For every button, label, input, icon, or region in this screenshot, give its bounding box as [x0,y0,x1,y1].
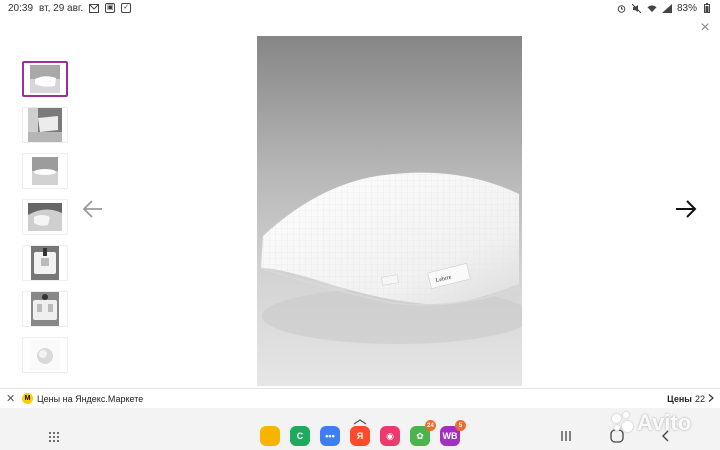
phone-app-icon[interactable]: C [290,426,310,446]
signal-icon [661,3,672,13]
gmail-icon [89,3,100,13]
prev-image-button[interactable] [80,196,106,222]
thumbnail-image [30,65,60,93]
thumb-pillow-bed[interactable] [22,107,68,143]
message-icon: ✓ [121,3,132,13]
app-glyph: ✿ [416,430,424,441]
status-right: 83% [617,3,712,14]
product-gallery: × Lebrre [0,16,720,388]
yandex-app-icon[interactable]: Я [350,426,370,446]
app-glyph: WB [442,431,458,441]
app-glyph: C [296,431,304,441]
arrow-right-icon [676,200,697,218]
thumb-pillow-fill[interactable] [22,337,68,373]
status-bar: 20:39 вт, 29 авг. ▣ ✓ 83% [0,0,720,16]
market-title[interactable]: Цены на Яндекс.Маркете [37,394,143,404]
prices-label: Цены [667,393,692,404]
thumb-pillow-side[interactable] [22,153,68,189]
apps-grid-icon[interactable] [48,430,60,442]
yandex-market-bar: ✕ М Цены на Яндекс.Маркете Цены 22 [0,388,720,408]
status-time: 20:39 [8,2,34,14]
app-dock: C ••• Я ◉ ✿ 24 WB 5 [260,420,466,446]
app-glyph: Я [356,431,364,441]
screen-recorder-app-icon[interactable]: ◉ [380,426,400,446]
yandex-market-logo-icon: М [22,393,33,404]
market-close-button[interactable]: ✕ [6,392,16,405]
thumbnail-image [30,340,60,370]
android-navigation-bar: C ••• Я ◉ ✿ 24 WB 5 [0,408,720,450]
next-image-button[interactable] [673,196,699,222]
app-glyph: ◉ [386,430,394,441]
notification-badge: 24 [425,420,436,431]
notification-badge: 5 [455,420,466,431]
arrow-left-icon [82,200,102,218]
chevron-right-icon [708,393,714,404]
wildberries-app-icon[interactable]: WB 5 [440,420,466,446]
wifi-icon [647,3,657,13]
battery-icon [702,3,712,13]
alarm-icon [617,3,627,13]
mute-icon [632,3,642,13]
thumb-pillow-front[interactable] [22,61,68,97]
back-button-icon[interactable] [660,429,672,442]
market-prices-link[interactable]: Цены 22 [667,394,714,404]
taskbar-handle-icon[interactable] [353,412,367,425]
photos-icon: ▣ [105,3,116,13]
thumbnail-image [32,157,58,185]
files-app-icon[interactable] [260,426,280,446]
thumbnail-image [31,246,59,280]
status-date: вт, 29 авг. [39,2,84,14]
home-button-icon[interactable] [610,429,624,443]
thumbnail-image [31,292,59,326]
app-glyph: ••• [325,431,335,441]
thumbnail-image [28,108,62,142]
thumbnail-image [28,203,62,231]
thumb-pillow-hand[interactable] [22,199,68,235]
recents-button-icon[interactable] [560,429,572,441]
messages-app-icon[interactable]: ••• [320,426,340,446]
chat-app-icon[interactable]: ✿ 24 [410,420,436,446]
thumb-pillow-label[interactable] [22,291,68,327]
pillow-illustration: Lebrre [260,172,522,344]
status-left: 20:39 вт, 29 авг. ▣ ✓ [8,2,132,14]
main-product-image: Lebrre [257,36,522,386]
close-gallery-button[interactable]: × [698,20,712,36]
battery-percent: 83% [676,2,697,14]
prices-count: 22 [694,393,705,404]
thumbnail-strip [22,61,68,373]
thumb-pillow-tag[interactable] [22,245,68,281]
